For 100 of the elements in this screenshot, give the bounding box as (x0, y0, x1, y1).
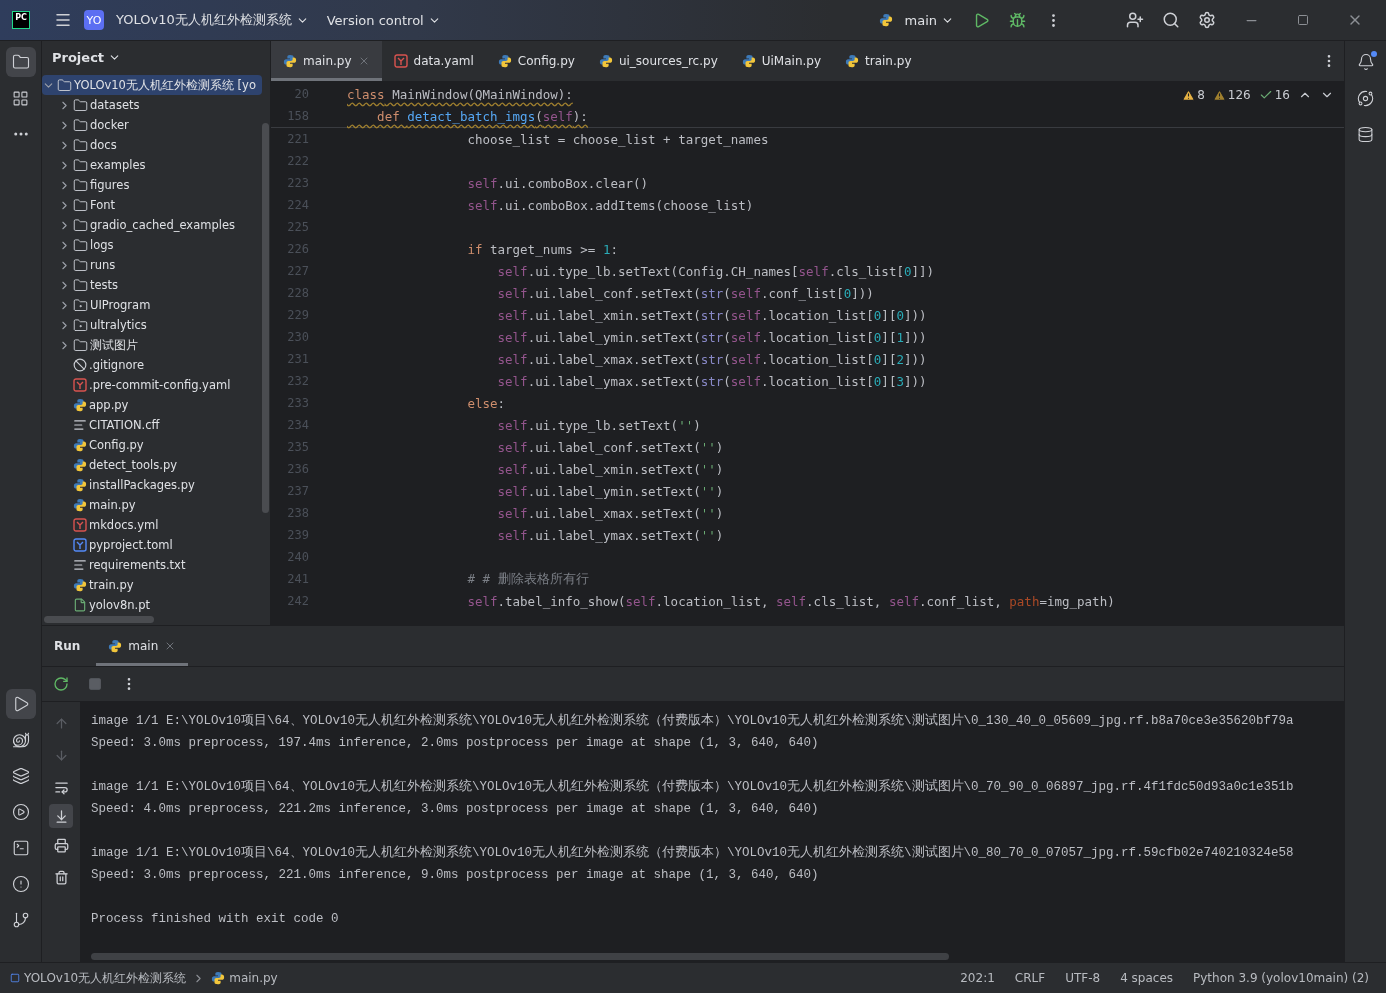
tree-item[interactable]: main.py (42, 495, 262, 515)
editor-tab[interactable]: UiMain.py (729, 41, 834, 81)
editor-tab[interactable]: data.yaml (381, 41, 486, 81)
alert-icon[interactable] (11, 875, 30, 893)
print-icon[interactable] (53, 837, 69, 853)
tree-item[interactable]: yolov8n.pt (42, 595, 262, 615)
tree-item[interactable]: UIProgram (42, 295, 262, 315)
project-icon (10, 973, 20, 983)
python-icon (845, 54, 860, 68)
status-item[interactable]: 202:1 (953, 971, 1002, 985)
editor-tab[interactable]: ui_sources_rc.py (586, 41, 730, 81)
folder-icon (73, 97, 88, 113)
tree-item[interactable]: logs (42, 235, 262, 255)
project-panel-title[interactable]: Project (52, 49, 122, 65)
terminal-icon[interactable] (11, 839, 30, 857)
tree-item[interactable]: installPackages.py (42, 475, 262, 495)
status-item[interactable]: 4 spaces (1113, 971, 1181, 985)
code-line: self.ui.label_xmin.setText('') (496, 461, 724, 477)
tree-item[interactable]: tests (42, 275, 262, 295)
python-icon (73, 498, 87, 512)
tree-item[interactable]: runs (42, 255, 262, 275)
scrollbar-thumb[interactable] (91, 953, 949, 960)
folder-icon (73, 237, 88, 253)
breadcrumb[interactable]: main.py (211, 971, 278, 985)
git-branch-icon[interactable] (11, 911, 30, 929)
maximize-icon[interactable] (1297, 14, 1309, 26)
tree-item[interactable]: Font (42, 195, 262, 215)
tree-item[interactable]: detect_tools.py (42, 455, 262, 475)
yaml-file-icon (393, 54, 408, 68)
folder-icon (73, 317, 88, 333)
console-line: Speed: 4.0ms preprocess, 221.2ms inference, 3.0ms postprocess per image at shape (1, 3, 640, 640) (91, 801, 820, 818)
trash-icon[interactable] (53, 869, 69, 885)
folder-icon (73, 277, 88, 293)
tree-item[interactable]: YOLOv10无人机红外检测系统 [yo (42, 75, 262, 95)
python-icon (878, 13, 893, 27)
bell-icon[interactable] (1356, 53, 1375, 71)
toml-file-icon (73, 538, 87, 552)
tree-item[interactable]: figures (42, 175, 262, 195)
status-item[interactable]: CRLF (1007, 971, 1053, 985)
folder-icon (57, 77, 72, 93)
editor-tab[interactable]: main.py (271, 41, 382, 81)
console-line: Speed: 3.0ms preprocess, 197.4ms inference, 2.0ms postprocess per image at shape (1, 3, 640, 640) (91, 735, 820, 752)
code-line: # # 删除表格所有行 (466, 570, 589, 588)
editor-tab[interactable]: Config.py (485, 41, 587, 81)
database-icon[interactable] (1357, 125, 1374, 143)
layers-icon[interactable] (11, 767, 30, 785)
run-config-menu[interactable]: main (898, 8, 960, 32)
swirl-icon[interactable] (1357, 89, 1374, 107)
breadcrumb[interactable]: YOLOv10无人机红外检测系统 (10, 969, 187, 987)
editor-tab[interactable]: train.py (833, 41, 924, 81)
code-line: self.ui.label_ymax.setText('') (496, 527, 724, 543)
tree-item[interactable]: gradio_cached_examples (42, 215, 262, 235)
code-line: self.ui.comboBox.addItems(choose_list) (466, 197, 754, 213)
run-tab[interactable]: main (96, 626, 189, 666)
tree-item[interactable]: docker (42, 115, 262, 135)
tree-item[interactable]: .pre-commit-config.yaml (42, 375, 262, 395)
tree-item[interactable]: 测试图片 (42, 335, 262, 355)
structure-icon[interactable] (12, 89, 29, 107)
settings-icon[interactable] (1198, 11, 1216, 29)
tree-item[interactable]: pyproject.toml (42, 535, 262, 555)
services-icon[interactable] (11, 803, 30, 821)
folder-icon (73, 197, 88, 213)
version-control-menu[interactable]: Version control (320, 8, 447, 32)
inspection-count[interactable]: 8 (1182, 88, 1205, 102)
folder-icon (73, 337, 88, 353)
tree-item[interactable]: examples (42, 155, 262, 175)
tree-item[interactable]: app.py (42, 395, 262, 415)
tree-item[interactable]: docs (42, 135, 262, 155)
code-line: self.ui.comboBox.clear() (466, 175, 649, 191)
scrollbar-thumb[interactable] (262, 123, 269, 513)
bug-icon[interactable] (1008, 11, 1026, 29)
project-menu[interactable]: YOLOv10无人机红外检测系统 (110, 7, 315, 33)
code-line: self.ui.label_xmax.setText(str(self.location_list[0][2])) (496, 351, 927, 367)
project-tool-button[interactable] (5, 47, 36, 77)
inspection-count[interactable]: 16 (1258, 88, 1290, 102)
scrollbar-thumb[interactable] (44, 616, 154, 623)
tree-item[interactable]: train.py (42, 575, 262, 595)
tree-item[interactable]: CITATION.cff (42, 415, 262, 435)
folder-icon (73, 297, 88, 313)
search-icon[interactable] (1162, 11, 1180, 29)
tree-item[interactable]: requirements.txt (42, 555, 262, 575)
status-item[interactable]: Python 3.9 (yolov10main) (2) (1186, 971, 1376, 985)
run-tool-button[interactable] (5, 689, 36, 719)
code-line: class MainWindow(QMainWindow): (347, 86, 573, 102)
app-logo: PC (12, 11, 30, 29)
tree-item[interactable]: Config.py (42, 435, 262, 455)
menu-icon[interactable] (54, 11, 72, 29)
add-user-icon[interactable] (1126, 11, 1144, 29)
code-line: self.ui.label_conf.setText('') (496, 439, 724, 455)
tree-item[interactable]: mkdocs.yml (42, 515, 262, 535)
status-item[interactable]: UTF-8 (1058, 971, 1108, 985)
tree-item[interactable]: datasets (42, 95, 262, 115)
folder-icon[interactable] (11, 53, 30, 71)
tree-item[interactable]: .gitignore (42, 355, 262, 375)
python-icon (73, 578, 87, 592)
inspection-count[interactable]: 126 (1212, 88, 1251, 102)
tree-item[interactable]: ultralytics (42, 315, 262, 335)
soft-wrap-icon[interactable] (53, 779, 69, 795)
rerun-icon[interactable] (53, 676, 69, 692)
code-line: self.ui.label_conf.setText(str(self.conf_list[0])) (496, 285, 874, 301)
